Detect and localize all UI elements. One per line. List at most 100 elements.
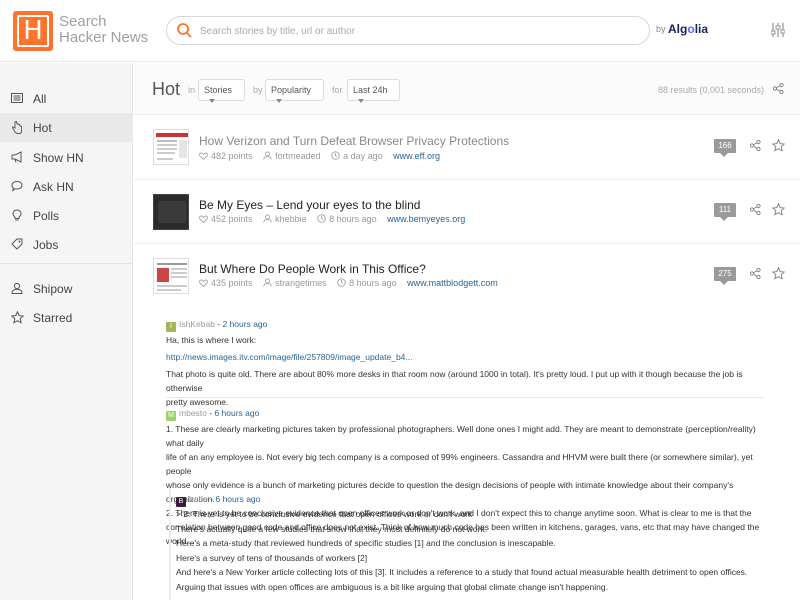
sidebar-item-all[interactable]: All (0, 84, 133, 113)
sidebar-item-starred[interactable]: Starred (0, 303, 133, 332)
sidebar-item-polls[interactable]: Polls (0, 201, 133, 230)
comment-body: > 2. There is yet to be conclusive evide… (176, 507, 766, 595)
logo[interactable]: H (13, 11, 53, 51)
settings-sliders-icon[interactable] (771, 22, 785, 38)
heart-icon (198, 152, 209, 161)
star-icon[interactable] (772, 203, 785, 216)
sidebar-item-shipow[interactable]: Shipow (0, 274, 133, 303)
sort-select[interactable]: Popularity (265, 79, 324, 103)
star-icon[interactable] (772, 139, 785, 152)
points-value: 482 points (211, 151, 253, 161)
story-meta: 482 points fortmeaded a day ago www.eff.… (198, 151, 448, 161)
points-value: 452 points (211, 214, 253, 224)
newspaper-icon (11, 93, 23, 103)
sidebar-item-label: Polls (33, 209, 60, 223)
author-value: khebbie (275, 214, 307, 224)
share-icon[interactable] (750, 268, 761, 279)
story-thumbnail[interactable] (153, 194, 189, 230)
algolia-part-1: Alg (668, 22, 688, 36)
comment-line: And here's a New Yorker article collecti… (176, 567, 748, 578)
search-icon (177, 23, 192, 38)
story-author[interactable]: khebbie (263, 214, 307, 224)
comment-line: > 2. There is yet to be conclusive evide… (176, 509, 473, 519)
range-select[interactable]: Last 24h (347, 79, 400, 103)
by-label: by (656, 24, 666, 34)
story-thumbnail[interactable] (153, 258, 189, 294)
sidebar: All Hot Show HN Ask HN Polls Jobs Shipow… (0, 63, 133, 600)
story-domain-link[interactable]: www.bemyeyes.org (387, 214, 465, 224)
clock-icon (317, 214, 326, 223)
logo-text[interactable]: Search Hacker News (59, 14, 148, 46)
story-time[interactable]: a day ago (331, 151, 383, 161)
sidebar-item-label: Show HN (33, 151, 84, 165)
story-time[interactable]: 8 hours ago (337, 278, 397, 288)
story-domain-link[interactable]: www.mattblodgett.com (407, 278, 498, 288)
pointer-icon (12, 121, 22, 134)
comments-count-button[interactable]: 275 (714, 267, 736, 285)
avatar: M (166, 411, 176, 421)
user-icon (263, 214, 272, 223)
story-time[interactable]: 8 hours ago (317, 214, 377, 224)
time-value: 8 hours ago (349, 278, 397, 288)
story-meta: 435 points strangetimes 8 hours ago www.… (198, 278, 506, 288)
story-meta: 452 points khebbie 8 hours ago www.bemye… (198, 214, 473, 224)
logo-line-2: Hacker News (59, 29, 149, 46)
comment-line: Here's a meta-study that reviewed hundre… (176, 538, 556, 549)
sidebar-item-ask-hn[interactable]: Ask HN (0, 172, 133, 201)
comment-author[interactable]: bane (189, 494, 208, 504)
story-author[interactable]: strangetimes (263, 278, 327, 288)
story-title[interactable]: Be My Eyes – Lend your eyes to the blind (199, 198, 420, 212)
story-author[interactable]: fortmeaded (263, 151, 321, 161)
chevron-down-icon (358, 98, 364, 103)
user-icon (263, 278, 272, 287)
algolia-part-3: lia (694, 22, 709, 36)
star-icon[interactable] (772, 267, 785, 280)
sidebar-item-show-hn[interactable]: Show HN (0, 143, 133, 172)
type-select-value: Stories (204, 85, 233, 95)
user-icon (11, 282, 23, 294)
comment-link[interactable]: http://news.images.itv.com/image/file/25… (166, 350, 766, 364)
comment: I IshKebab - 2 hours ago Ha, this is wher… (166, 317, 766, 409)
search-box[interactable] (166, 16, 650, 45)
comment-author[interactable]: IshKebab (179, 319, 215, 329)
sidebar-item-label: Starred (33, 311, 73, 325)
comment-line: life of an any employee is. Not every bi… (166, 452, 753, 476)
comment-time[interactable]: 2 hours ago (222, 319, 267, 329)
share-icon[interactable] (773, 83, 784, 94)
story-thumbnail[interactable] (153, 129, 189, 165)
avatar: B (176, 497, 186, 507)
range-select-value: Last 24h (353, 85, 388, 95)
in-label: in (188, 85, 196, 95)
comment-reply: Bbane - 6 hours ago > 2. There is yet to… (176, 492, 766, 595)
page-title: Hot (152, 79, 181, 99)
comment-line: There's actually quite a few studies tha… (176, 523, 488, 534)
lightbulb-icon (12, 209, 22, 221)
comment-line: Ha, this is where I work: (166, 335, 257, 345)
story-points: 435 points (198, 278, 253, 288)
comments-count-button[interactable]: 111 (714, 203, 736, 221)
comment-time[interactable]: 6 hours ago (214, 408, 259, 418)
sidebar-item-label: Ask HN (33, 180, 74, 194)
comment-time[interactable]: 6 hours ago (215, 494, 260, 504)
search-input[interactable] (200, 21, 640, 41)
sidebar-item-hot[interactable]: Hot (0, 113, 133, 142)
story-title[interactable]: How Verizon and Turn Defeat Browser Priv… (199, 134, 509, 148)
user-icon (263, 151, 272, 160)
share-icon[interactable] (750, 204, 761, 215)
author-value: fortmeaded (275, 151, 321, 161)
comment-line: That photo is quite old. There are about… (166, 369, 743, 393)
comments-count-button[interactable]: 166 (714, 139, 736, 157)
story-title[interactable]: But Where Do People Work in This Office? (199, 262, 426, 276)
share-icon[interactable] (750, 140, 761, 151)
algolia-logo[interactable]: Algolia (668, 22, 708, 36)
comment-author[interactable]: mbesto (179, 408, 207, 418)
comment-header: I IshKebab - 2 hours ago (166, 317, 766, 332)
type-select[interactable]: Stories (198, 79, 245, 103)
author-value: strangetimes (275, 278, 327, 288)
sidebar-item-jobs[interactable]: Jobs (0, 230, 133, 259)
header: H Search Hacker News by Algolia (0, 0, 800, 62)
comment-header: Mmbesto - 6 hours ago (166, 406, 768, 421)
tag-icon (11, 238, 23, 250)
story-domain-link[interactable]: www.eff.org (393, 151, 440, 161)
comment-divider (166, 397, 764, 398)
